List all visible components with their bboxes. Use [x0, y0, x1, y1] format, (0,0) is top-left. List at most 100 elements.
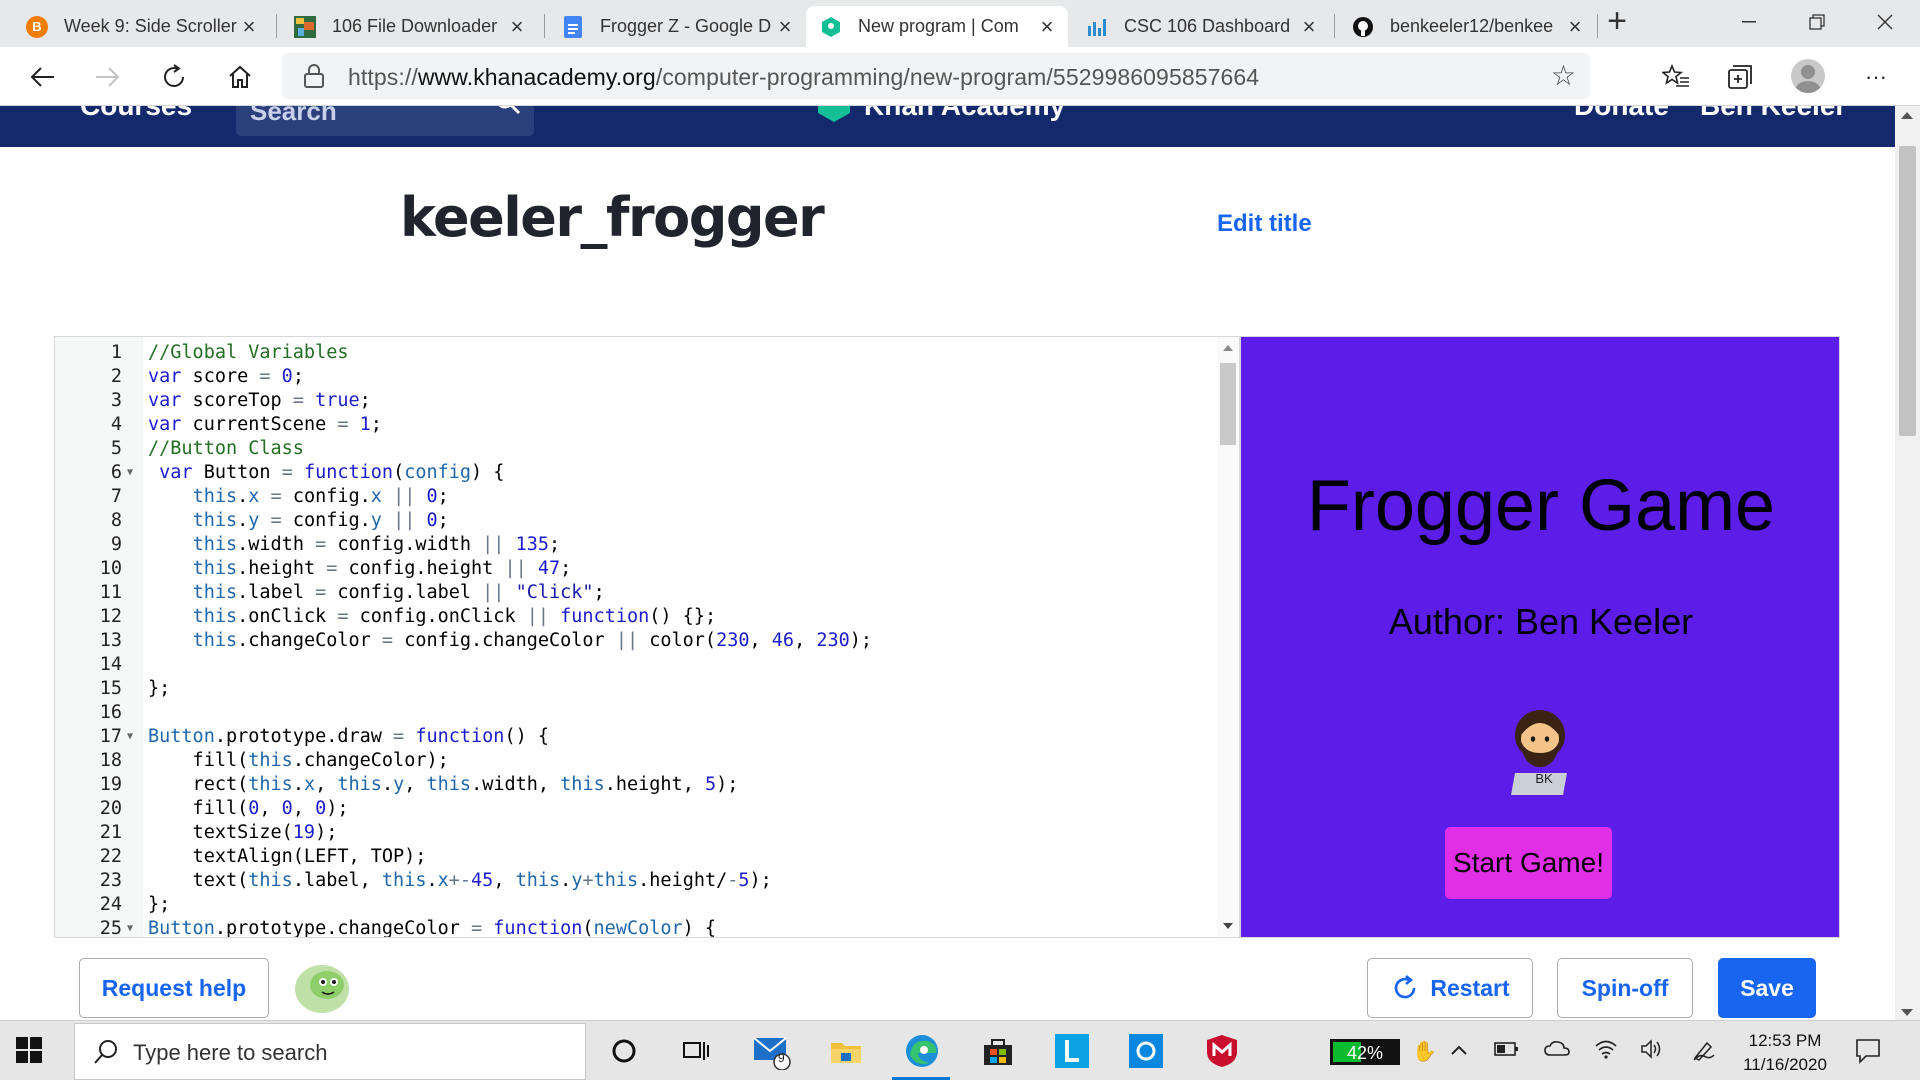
code-line[interactable]: 13 this.changeColor = config.changeColor… — [55, 629, 1215, 653]
favorite-star-icon[interactable]: ☆ — [1551, 59, 1576, 92]
store-icon[interactable] — [978, 1031, 1018, 1071]
close-window-button[interactable] — [1852, 0, 1918, 44]
code-line[interactable]: 4 var currentScene = 1; — [55, 413, 1215, 437]
donate-link[interactable]: Donate — [1574, 106, 1669, 122]
close-tab-icon[interactable]: × — [1036, 15, 1058, 38]
blue-app-icon[interactable] — [1126, 1031, 1166, 1071]
wifi-icon[interactable] — [1594, 1039, 1618, 1065]
code-line[interactable]: 15}; — [55, 677, 1215, 701]
refresh-button[interactable] — [156, 59, 192, 95]
tab-week9[interactable]: B Week 9: Side Scroller × — [12, 6, 270, 47]
fold-arrow-icon[interactable]: ▼ — [127, 917, 133, 937]
cortana-icon[interactable] — [604, 1031, 644, 1071]
close-tab-icon[interactable]: × — [238, 15, 260, 38]
taskbar-search-input[interactable]: Type here to search — [74, 1023, 586, 1080]
code-area[interactable]: 1 //Global Variables 2 var score = 0; 3 var s… — [55, 341, 1215, 937]
code-line[interactable]: 23 text(this.label, this.x+-45, this.y+t… — [55, 869, 1215, 893]
volume-icon[interactable] — [1640, 1039, 1664, 1065]
battery-indicator[interactable]: 42% — [1330, 1039, 1400, 1065]
scroll-up-icon[interactable] — [1901, 112, 1913, 119]
code-line[interactable]: 20 fill(0, 0, 0); — [55, 797, 1215, 821]
code-line[interactable]: 22 textAlign(LEFT, TOP); — [55, 845, 1215, 869]
code-line[interactable]: 16 — [55, 701, 1215, 725]
courses-menu[interactable]: Courses — [80, 106, 192, 122]
code-line[interactable]: 9 this.width = config.width || 135; — [55, 533, 1215, 557]
tab-dashboard[interactable]: CSC 106 Dashboard × — [1072, 6, 1330, 47]
code-line[interactable]: 24}; — [55, 893, 1215, 917]
start-game-button[interactable]: Start Game! — [1445, 827, 1612, 899]
code-line[interactable]: 11 this.label = config.label || "Click"; — [55, 581, 1215, 605]
code-line[interactable]: 10 this.height = config.height || 47; — [55, 557, 1215, 581]
mcafee-shield-icon[interactable] — [1202, 1031, 1242, 1071]
ka-logo-text[interactable]: Khan Academy — [864, 106, 1065, 122]
fold-arrow-icon[interactable]: ▼ — [127, 461, 133, 485]
code-line[interactable]: 21 textSize(19); — [55, 821, 1215, 845]
windows-start-icon[interactable] — [16, 1037, 42, 1063]
scrollbar-thumb[interactable] — [1899, 146, 1916, 436]
khan-academy-logo-icon[interactable] — [814, 106, 854, 124]
code-line[interactable]: 19 rect(this.x, this.y, this.width, this… — [55, 773, 1215, 797]
restore-button[interactable] — [1784, 0, 1850, 44]
favorites-button[interactable] — [1658, 59, 1694, 95]
line-number: 13 — [99, 630, 122, 651]
code-editor[interactable]: 1 //Global Variables 2 var score = 0; 3 var s… — [54, 336, 1240, 938]
scroll-down-icon[interactable] — [1223, 923, 1233, 929]
code-line[interactable]: 2 var score = 0; — [55, 365, 1215, 389]
profile-avatar[interactable] — [1791, 59, 1825, 93]
forward-button[interactable] — [90, 59, 126, 95]
close-tab-icon[interactable]: × — [506, 15, 528, 38]
home-button[interactable] — [222, 59, 258, 95]
taskbar-clock[interactable]: 12:53 PM 11/16/2020 — [1725, 1029, 1845, 1077]
close-tab-icon[interactable]: × — [774, 15, 796, 38]
scroll-down-icon[interactable] — [1901, 1009, 1913, 1016]
minimize-button[interactable] — [1716, 0, 1782, 44]
action-center-icon[interactable] — [1854, 1037, 1882, 1065]
tab-github[interactable]: benkeeler12/benkee × — [1338, 6, 1596, 47]
editor-scrollbar[interactable] — [1217, 337, 1239, 937]
request-help-button[interactable]: Request help — [79, 958, 269, 1018]
address-bar[interactable]: https://www.khanacademy.org/computer-pro… — [282, 53, 1590, 99]
ka-search-input[interactable]: Search — [236, 106, 534, 136]
user-menu[interactable]: Ben Keeler — [1700, 106, 1846, 122]
scroll-up-icon[interactable] — [1223, 345, 1233, 351]
onedrive-cloud-icon[interactable] — [1544, 1039, 1570, 1063]
tab-frogger-doc[interactable]: Frogger Z - Google D × — [548, 6, 806, 47]
task-view-icon[interactable] — [676, 1031, 716, 1071]
edge-browser-icon[interactable] — [902, 1031, 942, 1071]
back-button[interactable] — [24, 59, 60, 95]
code-line[interactable]: 6 ▼ var Button = function(config) { — [55, 461, 1215, 485]
battery-tray-icon[interactable] — [1494, 1039, 1520, 1063]
l-app-icon[interactable] — [1052, 1031, 1092, 1071]
scrollbar-thumb[interactable] — [1220, 363, 1236, 445]
spinoff-button[interactable]: Spin-off — [1557, 958, 1693, 1018]
code-line[interactable]: 12 this.onClick = config.onClick || func… — [55, 605, 1215, 629]
close-tab-icon[interactable]: × — [1564, 15, 1586, 38]
pen-workspace-icon[interactable] — [1692, 1039, 1716, 1067]
code-line[interactable]: 17 ▼ Button.prototype.draw = function() { — [55, 725, 1215, 749]
program-output-canvas[interactable]: Frogger Game Author: Ben Keeler BK Start… — [1240, 336, 1840, 938]
show-hidden-icons-chevron-icon[interactable] — [1450, 1039, 1468, 1062]
settings-more-button[interactable]: ··· — [1858, 59, 1894, 95]
new-tab-button[interactable]: + — [1600, 4, 1634, 40]
restart-button[interactable]: Restart — [1367, 958, 1533, 1018]
close-tab-icon[interactable]: × — [1298, 15, 1320, 38]
tab-file-downloader[interactable]: 106 File Downloader × — [280, 6, 538, 47]
fold-arrow-icon[interactable]: ▼ — [127, 725, 133, 749]
code-line[interactable]: 3 var scoreTop = true; — [55, 389, 1215, 413]
code-line[interactable]: 14 — [55, 653, 1215, 677]
code-line[interactable]: 7 this.x = config.x || 0; — [55, 485, 1215, 509]
edit-title-link[interactable]: Edit title — [1217, 210, 1312, 238]
page-scrollbar[interactable] — [1895, 106, 1920, 1020]
file-explorer-icon[interactable] — [826, 1031, 866, 1071]
tab-new-program[interactable]: New program | Com × — [806, 6, 1068, 47]
code-line[interactable]: 1 //Global Variables — [55, 341, 1215, 365]
code-line[interactable]: 25 ▼ Button.prototype.changeColor = functi… — [55, 917, 1215, 937]
url-text[interactable]: https://www.khanacademy.org/computer-pro… — [348, 64, 1259, 91]
collections-button[interactable] — [1722, 59, 1758, 95]
save-button[interactable]: Save — [1718, 958, 1816, 1018]
code-line[interactable]: 5 //Button Class — [55, 437, 1215, 461]
code-line[interactable]: 18 fill(this.changeColor); — [55, 749, 1215, 773]
code-line[interactable]: 8 this.y = config.y || 0; — [55, 509, 1215, 533]
mail-app-icon[interactable]: 9 — [752, 1031, 792, 1071]
pen-icon[interactable]: ✋ — [1412, 1039, 1437, 1064]
